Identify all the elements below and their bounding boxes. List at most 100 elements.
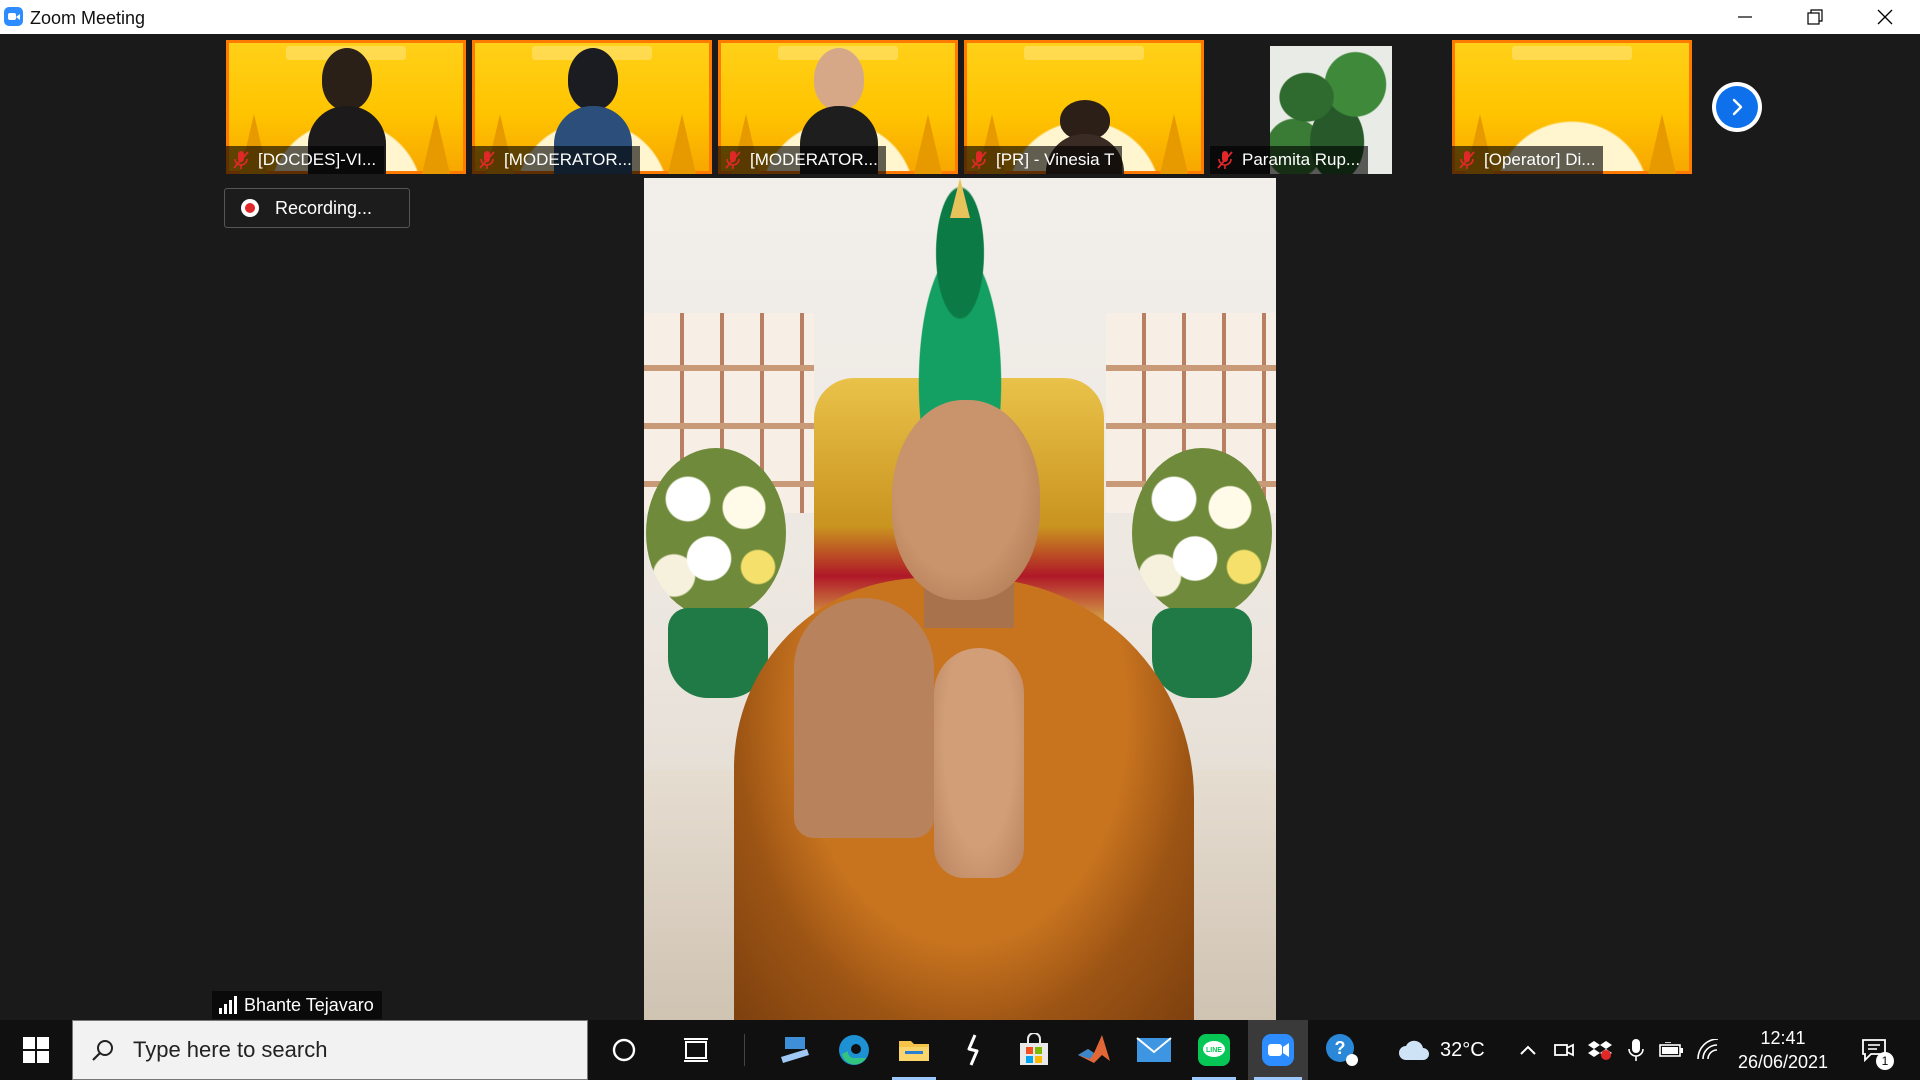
start-button[interactable] bbox=[0, 1020, 72, 1080]
taskbar-app-line[interactable]: LINE bbox=[1186, 1020, 1242, 1080]
zoom-app-icon bbox=[4, 7, 23, 26]
taskbar-search[interactable] bbox=[72, 1020, 588, 1080]
clock-date: 26/06/2021 bbox=[1737, 1052, 1829, 1072]
cortana-icon bbox=[612, 1038, 636, 1062]
mic-muted-icon bbox=[971, 151, 987, 169]
pagoda-graphic bbox=[1648, 114, 1676, 174]
taskbar-app-file-explorer[interactable] bbox=[886, 1020, 942, 1080]
pagoda-graphic bbox=[668, 114, 696, 174]
speaker-name: Bhante Tejavaro bbox=[244, 994, 374, 1015]
cloud-icon bbox=[1399, 1040, 1429, 1060]
participant-namebar: [MODERATOR... bbox=[718, 146, 886, 174]
signal-strength-icon bbox=[219, 996, 237, 1014]
minimize-icon bbox=[1738, 16, 1752, 18]
participant-namebar: [PR] - Vinesia T bbox=[964, 146, 1123, 174]
participant-thumbnail[interactable]: [DOCDES]-VI... bbox=[226, 40, 466, 174]
notification-count-badge: 1 bbox=[1876, 1052, 1894, 1070]
pagoda-graphic bbox=[1160, 114, 1188, 174]
clock-time: 12:41 bbox=[1760, 1028, 1806, 1048]
mic-muted-icon bbox=[1217, 151, 1233, 169]
cortana-button[interactable] bbox=[596, 1020, 652, 1080]
microphone-icon bbox=[1628, 1039, 1644, 1061]
meeting-area: [DOCDES]-VI... [MODERATOR... [MODERATOR.… bbox=[0, 34, 1920, 1020]
minimize-button[interactable] bbox=[1710, 0, 1780, 34]
participant-name: [PR] - Vinesia T bbox=[996, 150, 1115, 169]
participant-thumbnail[interactable]: Paramita Rup... bbox=[1210, 40, 1450, 174]
tray-network[interactable] bbox=[1692, 1020, 1724, 1080]
taskbar-app-matlab[interactable] bbox=[1066, 1020, 1122, 1080]
taskbar-app-zoom[interactable] bbox=[1248, 1020, 1308, 1080]
mail-icon bbox=[1136, 1037, 1172, 1062]
taskbar-divider bbox=[744, 1034, 745, 1066]
tray-meet-now[interactable] bbox=[1548, 1020, 1580, 1080]
search-input[interactable] bbox=[131, 1036, 555, 1064]
green-vase bbox=[1152, 608, 1252, 698]
event-banner bbox=[1024, 46, 1144, 60]
record-dot-icon bbox=[241, 199, 259, 217]
help-icon: ? bbox=[1326, 1034, 1358, 1066]
taskbar-app-this-pc[interactable] bbox=[766, 1020, 822, 1080]
windows-logo-icon bbox=[23, 1037, 49, 1063]
participant-name: [DOCDES]-VI... bbox=[258, 150, 377, 169]
participant-namebar: [MODERATOR... bbox=[472, 146, 640, 174]
close-icon bbox=[1877, 9, 1893, 25]
search-icon bbox=[92, 1040, 113, 1061]
recording-label: Recording... bbox=[275, 197, 373, 218]
mic-muted-icon bbox=[233, 151, 249, 169]
task-view-button[interactable] bbox=[668, 1020, 724, 1080]
weather-temperature: 32°C bbox=[1440, 1038, 1485, 1061]
taskbar-clock[interactable]: 12:41 26/06/2021 bbox=[1728, 1026, 1838, 1076]
participant-name: Paramita Rup... bbox=[1242, 150, 1361, 169]
meet-now-icon bbox=[1554, 1043, 1574, 1057]
svg-text:?: ? bbox=[1335, 1038, 1346, 1058]
taskbar-app-mail[interactable] bbox=[1126, 1020, 1182, 1080]
participant-namebar: [Operator] Di... bbox=[1452, 146, 1604, 174]
participant-thumbnail[interactable]: [MODERATOR... bbox=[718, 40, 958, 174]
pagoda-graphic bbox=[914, 114, 942, 174]
taskbar-app-help[interactable]: ? bbox=[1314, 1020, 1370, 1080]
participant-thumbnail[interactable]: [PR] - Vinesia T bbox=[964, 40, 1204, 174]
recording-indicator[interactable]: Recording... bbox=[224, 188, 410, 228]
dropbox-icon bbox=[1588, 1041, 1612, 1060]
monk-head bbox=[892, 400, 1040, 600]
taskbar: LINE ? 32°C 12:41 26/06/2021 1 bbox=[0, 1020, 1920, 1080]
pagoda-graphic bbox=[422, 114, 450, 174]
pc-icon bbox=[781, 1037, 809, 1063]
active-speaker-video[interactable] bbox=[644, 178, 1276, 1020]
close-button[interactable] bbox=[1850, 0, 1920, 34]
battery-icon bbox=[1659, 1042, 1683, 1057]
participant-thumbnail[interactable]: [MODERATOR... bbox=[472, 40, 712, 174]
speaker-namebar: Bhante Tejavaro bbox=[212, 991, 382, 1019]
participant-name: [Operator] Di... bbox=[1484, 150, 1596, 169]
mic-muted-icon bbox=[1459, 151, 1475, 169]
tray-battery[interactable] bbox=[1656, 1020, 1688, 1080]
restore-button[interactable] bbox=[1780, 0, 1850, 34]
participant-thumbnail[interactable]: [Operator] Di... bbox=[1452, 40, 1692, 174]
participant-namebar: [DOCDES]-VI... bbox=[226, 146, 385, 174]
taskbar-app-store[interactable] bbox=[1006, 1020, 1062, 1080]
mic-muted-icon bbox=[479, 151, 495, 169]
taskbar-app-pen[interactable] bbox=[946, 1020, 1002, 1080]
restore-icon bbox=[1807, 9, 1823, 25]
praying-hands bbox=[934, 648, 1024, 878]
mic-muted-icon bbox=[725, 151, 741, 169]
tray-microphone[interactable] bbox=[1620, 1020, 1652, 1080]
participant-namebar: Paramita Rup... bbox=[1210, 146, 1369, 174]
pen-icon bbox=[967, 1034, 979, 1066]
svg-text:LINE: LINE bbox=[1206, 1047, 1222, 1054]
store-icon bbox=[1020, 1033, 1048, 1065]
task-view-icon bbox=[684, 1038, 708, 1062]
tray-dropbox[interactable] bbox=[1584, 1020, 1616, 1080]
next-page-button[interactable] bbox=[1712, 82, 1762, 132]
weather-widget[interactable]: 32°C bbox=[1398, 1020, 1485, 1080]
matlab-icon bbox=[1078, 1035, 1110, 1063]
title-bar: Zoom Meeting bbox=[0, 0, 1920, 34]
show-hidden-icons-button[interactable] bbox=[1512, 1020, 1544, 1080]
window-title: Zoom Meeting bbox=[30, 8, 146, 28]
participant-name: [MODERATOR... bbox=[750, 150, 878, 169]
statue-spire bbox=[950, 178, 970, 218]
chevron-up-icon bbox=[1520, 1045, 1536, 1055]
event-banner bbox=[1512, 46, 1632, 60]
action-center-button[interactable]: 1 bbox=[1852, 1020, 1896, 1080]
taskbar-app-edge[interactable] bbox=[826, 1020, 882, 1080]
